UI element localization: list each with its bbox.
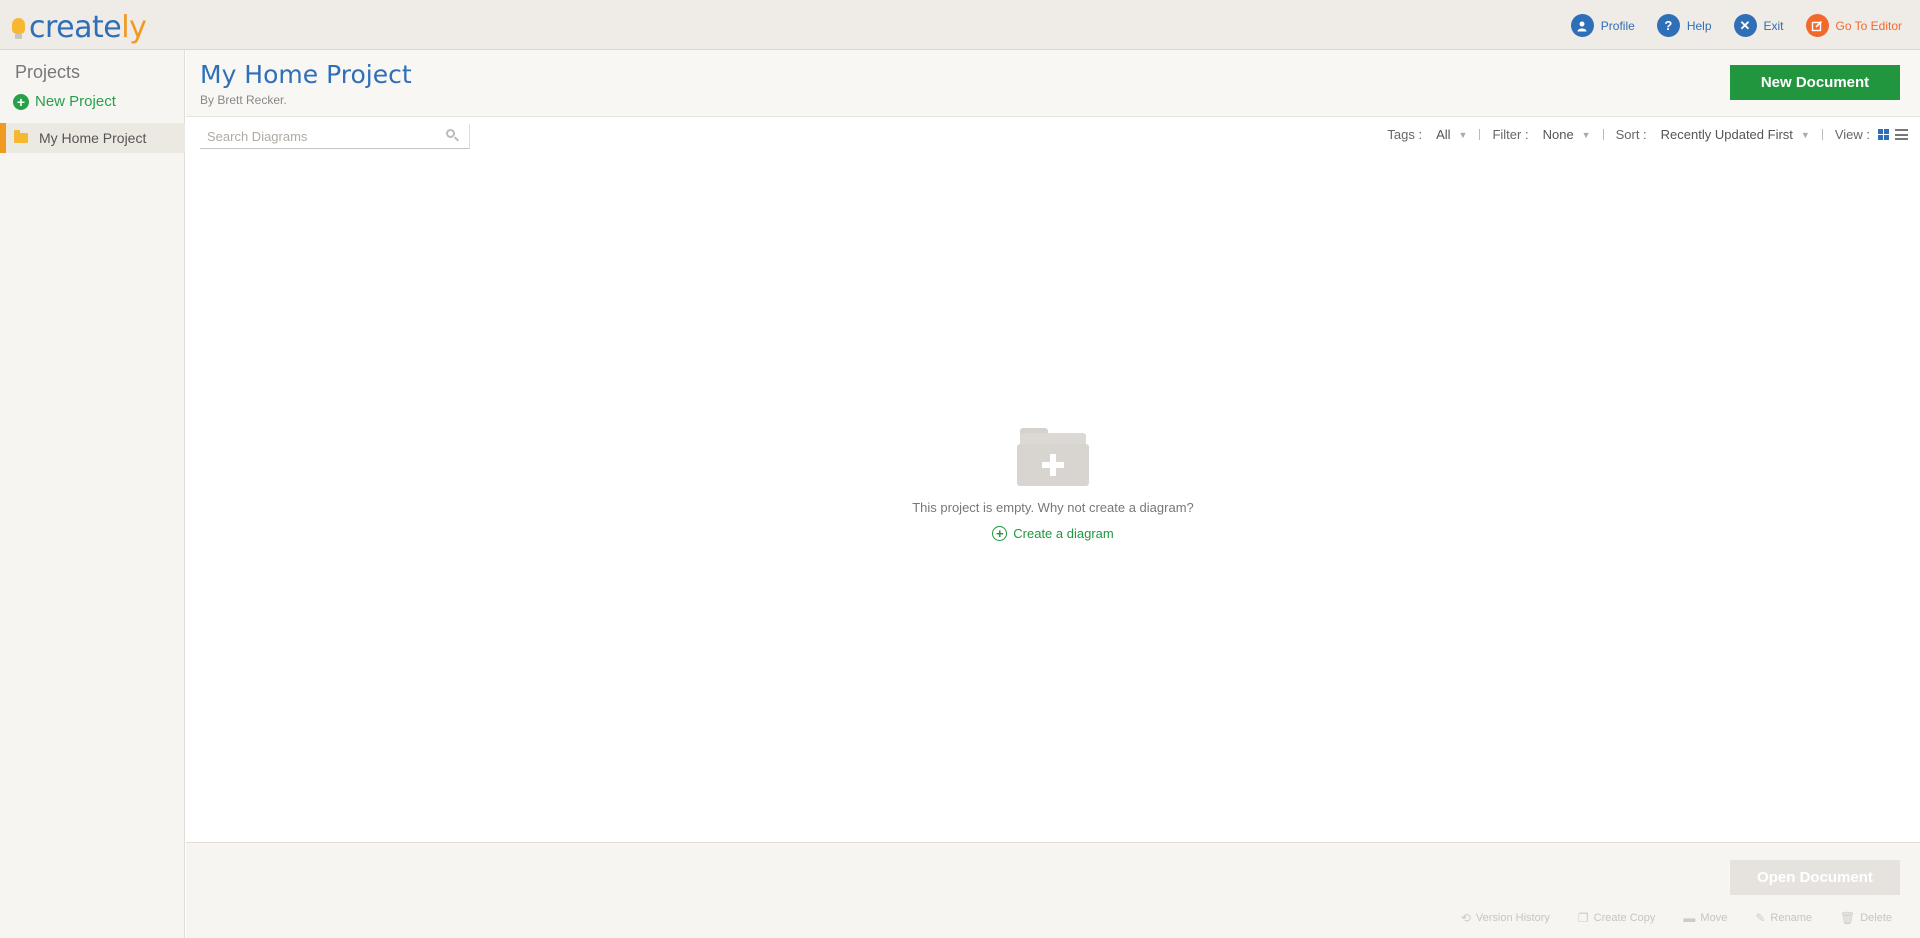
divider: [1602, 129, 1604, 140]
project-label: My Home Project: [39, 130, 147, 146]
go-to-editor-link[interactable]: Go To Editor: [1805, 14, 1902, 37]
top-bar: creately Profile ? Help ✕ Exit Go To Edi…: [0, 0, 1920, 50]
lightbulb-icon: [12, 15, 26, 41]
grid-view-icon[interactable]: [1878, 129, 1889, 140]
filter-dropdown[interactable]: None: [1543, 127, 1574, 142]
version-history-label: Version History: [1475, 912, 1550, 924]
create-copy-button[interactable]: ❐ Create Copy: [1578, 911, 1656, 925]
profile-label: Profile: [1600, 18, 1635, 33]
chevron-down-icon[interactable]: ▼: [1582, 130, 1591, 140]
rename-label: Rename: [1770, 912, 1812, 924]
create-diagram-label: Create a diagram: [1013, 526, 1114, 541]
plus-circle-icon: +: [13, 93, 29, 110]
help-link[interactable]: ? Help: [1656, 14, 1712, 37]
chevron-down-icon[interactable]: ▼: [1801, 130, 1810, 140]
history-icon: ⟲: [1460, 911, 1471, 925]
view-label: View :: [1834, 127, 1870, 142]
open-document-button[interactable]: Open Document: [1730, 860, 1900, 895]
help-label: Help: [1686, 18, 1712, 33]
trash-icon: 🗑: [1839, 911, 1856, 925]
filter-label: Filter :: [1492, 127, 1529, 142]
pencil-icon: ✎: [1755, 911, 1766, 925]
delete-button[interactable]: 🗑 Delete: [1840, 911, 1892, 925]
close-icon: ✕: [1733, 14, 1757, 37]
divider: [1821, 129, 1823, 140]
document-actions: ⟲ Version History ❐ Create Copy ▬ Move ✎…: [1433, 911, 1892, 925]
exit-link[interactable]: ✕ Exit: [1733, 14, 1784, 37]
copy-icon: ❐: [1577, 911, 1589, 925]
tags-label: Tags :: [1387, 127, 1423, 142]
sidebar-title: Projects: [15, 62, 81, 82]
folder-icon: [14, 130, 28, 143]
move-button[interactable]: ▬ Move: [1683, 911, 1727, 925]
page-title: My Home Project: [200, 60, 412, 89]
top-navigation: Profile ? Help ✕ Exit Go To Editor: [1549, 14, 1902, 37]
delete-label: Delete: [1860, 912, 1892, 924]
search-box: [200, 124, 470, 149]
list-controls: Tags : All ▼ Filter : None ▼ Sort : Rece…: [1387, 127, 1908, 142]
new-project-label: New Project: [35, 93, 116, 110]
create-copy-label: Create Copy: [1593, 912, 1656, 924]
move-label: Move: [1700, 912, 1728, 924]
search-input[interactable]: [200, 128, 440, 144]
new-project-button[interactable]: + New Project: [13, 93, 116, 110]
chevron-down-icon[interactable]: ▼: [1459, 130, 1468, 140]
search-icon[interactable]: [446, 129, 460, 143]
footer-bar: Open Document ⟲ Version History ❐ Create…: [186, 842, 1920, 938]
profile-link[interactable]: Profile: [1570, 14, 1635, 37]
empty-message: This project is empty. Why not create a …: [912, 500, 1194, 515]
new-document-button[interactable]: New Document: [1730, 65, 1900, 100]
tags-dropdown[interactable]: All: [1436, 127, 1450, 142]
sort-dropdown[interactable]: Recently Updated First: [1661, 127, 1793, 142]
creately-logo[interactable]: creately: [12, 10, 147, 45]
edit-icon: [1805, 14, 1829, 37]
logo-wordmark: creately: [29, 10, 147, 45]
sidebar-item-my-home-project[interactable]: My Home Project: [0, 123, 185, 153]
empty-folder-icon: [1017, 428, 1089, 488]
plus-circle-icon: +: [992, 526, 1008, 541]
project-header: My Home Project By Brett Recker. New Doc…: [186, 50, 1920, 117]
divider: [1479, 129, 1481, 140]
list-view-icon[interactable]: [1895, 129, 1908, 140]
empty-state: This project is empty. Why not create a …: [186, 420, 1920, 543]
project-owner: By Brett Recker.: [200, 93, 287, 107]
question-icon: ?: [1656, 14, 1680, 37]
sort-label: Sort :: [1615, 127, 1647, 142]
go-to-editor-label: Go To Editor: [1835, 18, 1902, 33]
version-history-button[interactable]: ⟲ Version History: [1461, 911, 1550, 925]
exit-label: Exit: [1763, 18, 1784, 33]
folder-icon: ▬: [1683, 911, 1696, 925]
user-icon: [1570, 14, 1594, 37]
projects-sidebar: Projects + New Project My Home Project: [0, 50, 185, 938]
create-diagram-link[interactable]: + Create a diagram: [992, 526, 1114, 541]
rename-button[interactable]: ✎ Rename: [1755, 911, 1812, 925]
